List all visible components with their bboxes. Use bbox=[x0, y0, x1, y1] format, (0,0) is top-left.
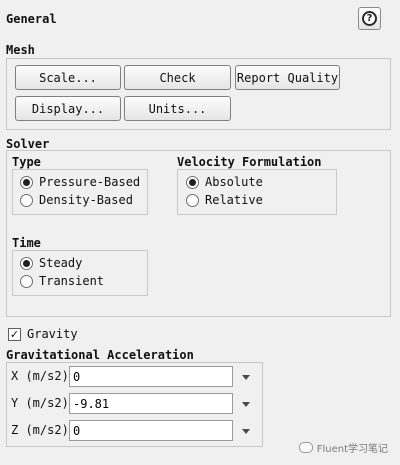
scale-button[interactable]: Scale... bbox=[15, 65, 121, 90]
radio-pressure-based[interactable]: Pressure-Based bbox=[20, 173, 140, 191]
units-button[interactable]: Units... bbox=[124, 96, 231, 121]
radio-relative[interactable]: Relative bbox=[186, 191, 263, 209]
x-accel-label: X (m/s2) bbox=[11, 369, 69, 383]
x-accel-dropdown-icon[interactable] bbox=[242, 375, 250, 380]
pressure-based-label: Pressure-Based bbox=[39, 175, 141, 189]
radio-indicator[interactable] bbox=[186, 193, 199, 207]
solver-section-label: Solver bbox=[6, 137, 50, 151]
check-button[interactable]: Check bbox=[124, 65, 231, 90]
gravitational-acceleration-label: Gravitational Acceleration bbox=[6, 348, 194, 362]
z-accel-input[interactable] bbox=[69, 420, 233, 441]
y-accel-input[interactable] bbox=[69, 393, 233, 414]
y-accel-label: Y (m/s2) bbox=[11, 396, 69, 410]
radio-indicator-selected[interactable] bbox=[20, 256, 33, 270]
checkmark-icon: ✓ bbox=[9, 327, 20, 341]
z-accel-label: Z (m/s2) bbox=[11, 423, 69, 437]
radio-transient[interactable]: Transient bbox=[20, 272, 104, 290]
watermark: Fluent学习笔记 bbox=[298, 440, 388, 455]
panel-title: General bbox=[6, 12, 57, 26]
report-quality-button[interactable]: Report Quality bbox=[235, 65, 340, 90]
radio-absolute[interactable]: Absolute bbox=[186, 173, 263, 191]
absolute-label: Absolute bbox=[205, 175, 263, 189]
radio-indicator-selected[interactable] bbox=[20, 175, 33, 189]
radio-indicator-selected[interactable] bbox=[186, 175, 199, 189]
y-accel-dropdown-icon[interactable] bbox=[242, 402, 250, 407]
wechat-icon bbox=[298, 442, 313, 453]
radio-indicator[interactable] bbox=[20, 193, 33, 207]
velocity-formulation-label: Velocity Formulation bbox=[177, 155, 322, 169]
relative-label: Relative bbox=[205, 193, 263, 207]
time-label: Time bbox=[12, 236, 41, 250]
transient-label: Transient bbox=[39, 274, 105, 288]
steady-label: Steady bbox=[39, 256, 83, 270]
display-button[interactable]: Display... bbox=[15, 96, 121, 121]
z-accel-dropdown-icon[interactable] bbox=[242, 429, 250, 434]
gravity-checkbox-row[interactable]: ✓ Gravity bbox=[8, 325, 78, 343]
question-icon: ? bbox=[362, 11, 377, 26]
watermark-text: Fluent学习笔记 bbox=[316, 444, 388, 455]
radio-density-based[interactable]: Density-Based bbox=[20, 191, 133, 209]
gravity-checkbox[interactable]: ✓ bbox=[8, 327, 21, 341]
x-accel-input[interactable] bbox=[69, 366, 233, 387]
gravity-label: Gravity bbox=[27, 327, 78, 341]
density-based-label: Density-Based bbox=[39, 193, 133, 207]
mesh-section-label: Mesh bbox=[6, 43, 35, 57]
radio-indicator[interactable] bbox=[20, 274, 33, 288]
radio-steady[interactable]: Steady bbox=[20, 254, 82, 272]
type-label: Type bbox=[12, 155, 41, 169]
help-button[interactable]: ? bbox=[358, 7, 381, 30]
